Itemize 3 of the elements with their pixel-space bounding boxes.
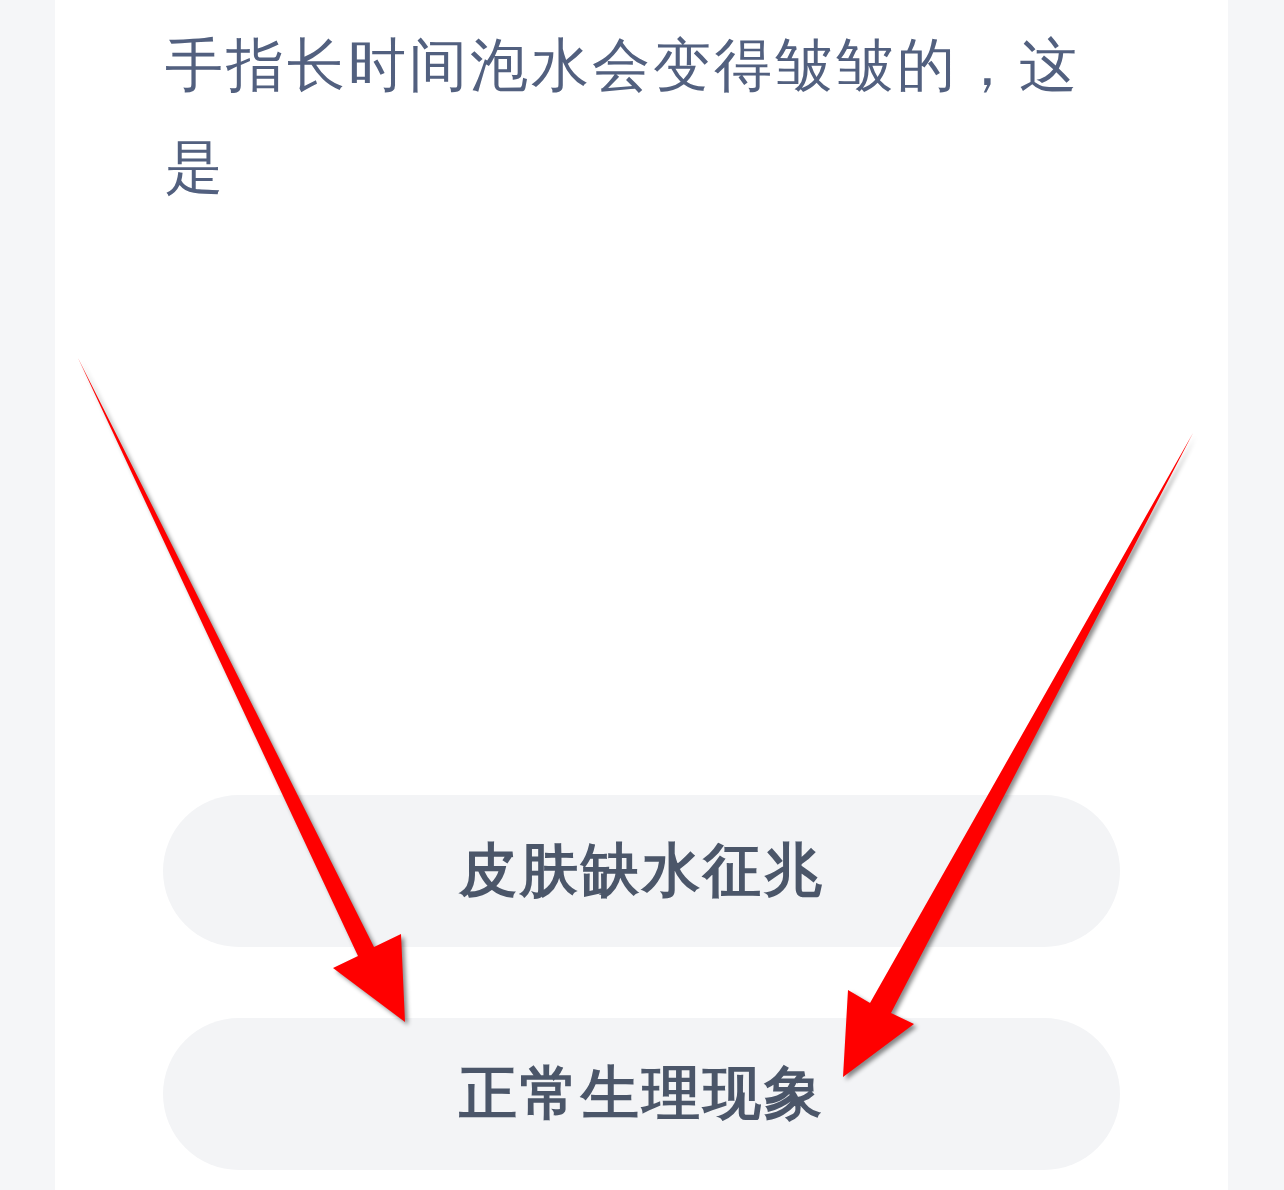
question-text: 手指长时间泡水会变得皱皱的，这是 [165, 30, 1081, 203]
answer-option[interactable]: 正常生理现象 [163, 1018, 1120, 1170]
answer-option[interactable]: 皮肤缺水征兆 [163, 795, 1120, 947]
